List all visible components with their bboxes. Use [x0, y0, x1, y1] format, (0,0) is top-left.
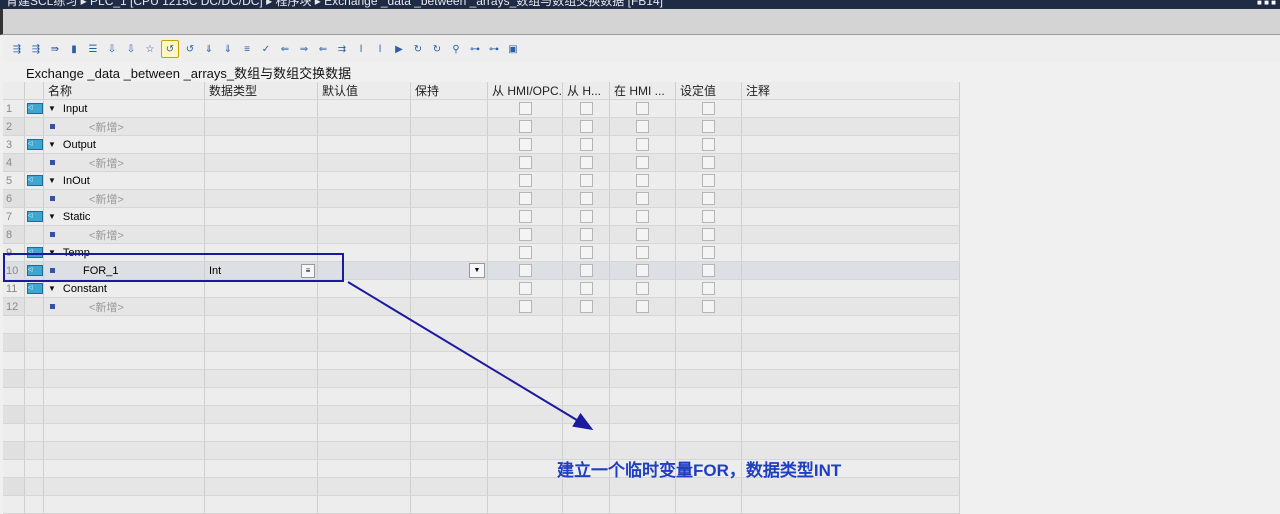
annotation-text: 建立一个临时变量FOR，数据类型INT — [557, 461, 842, 480]
annotation-arrow — [347, 281, 594, 431]
